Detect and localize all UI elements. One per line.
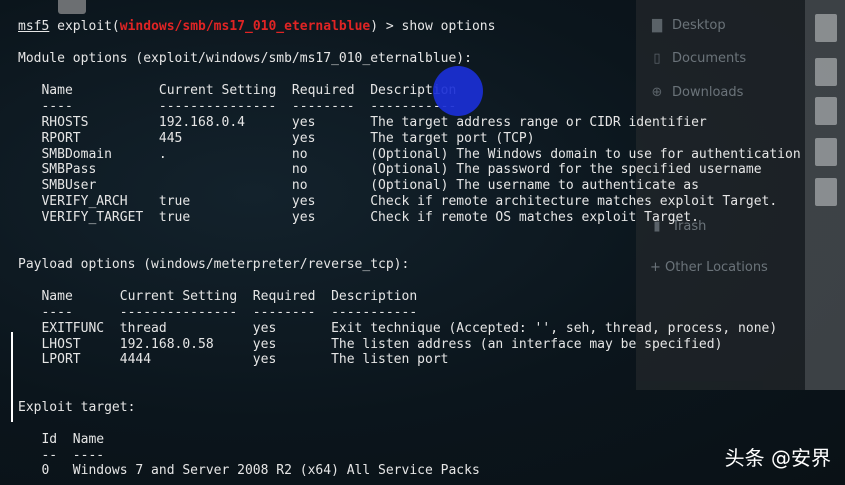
terminal-edge-bar bbox=[11, 332, 13, 422]
command-prompt-line: msf5 exploit(windows/smb/ms17_010_eterna… bbox=[18, 19, 495, 35]
module-option-row: RPORT 445 yes The target port (TCP) bbox=[18, 131, 535, 146]
module-option-row: SMBPass no (Optional) The password for t… bbox=[18, 162, 762, 177]
module-options-header: Module options (exploit/windows/smb/ms17… bbox=[18, 51, 472, 66]
prompt-user: msf5 bbox=[18, 19, 50, 34]
module-options-separator: ---- --------------- -------- ----------… bbox=[18, 99, 457, 114]
exploit-target-separator: -- ---- bbox=[18, 448, 105, 463]
payload-options-columns: Name Current Setting Required Descriptio… bbox=[18, 289, 418, 304]
prompt-command-post: ) > show options bbox=[370, 19, 496, 34]
watermark: 头条 @安界 bbox=[724, 446, 831, 470]
payload-option-row: LPORT 4444 yes The listen port bbox=[18, 352, 449, 367]
exploit-target-columns: Id Name bbox=[18, 432, 105, 447]
module-option-row: SMBDomain . no (Optional) The Windows do… bbox=[18, 147, 801, 162]
payload-option-row: LHOST 192.168.0.58 yes The listen addres… bbox=[18, 337, 723, 352]
module-option-row: RHOSTS 192.168.0.4 yes The target addres… bbox=[18, 115, 707, 130]
payload-options-separator: ---- --------------- -------- ----------… bbox=[18, 305, 418, 320]
module-options-columns: Name Current Setting Required Descriptio… bbox=[18, 83, 457, 98]
prompt-module: windows/smb/ms17_010_eternalblue bbox=[119, 19, 371, 34]
exploit-target-header: Exploit target: bbox=[18, 400, 136, 415]
desktop-screen: ▇ Desktop ▯ Documents ⊕ Downloads ▮ Trash + … bbox=[0, 0, 845, 485]
terminal-output[interactable]: msf5 exploit(windows/smb/ms17_010_eterna… bbox=[0, 0, 845, 485]
payload-option-row: EXITFUNC thread yes Exit technique (Acce… bbox=[18, 321, 778, 336]
module-option-row: SMBUser no (Optional) The username to au… bbox=[18, 178, 699, 193]
prompt-command-pre: exploit( bbox=[49, 19, 120, 34]
module-option-row: VERIFY_ARCH true yes Check if remote arc… bbox=[18, 194, 778, 209]
payload-options-header: Payload options (windows/meterpreter/rev… bbox=[18, 257, 410, 272]
exploit-target-row: 0 Windows 7 and Server 2008 R2 (x64) All… bbox=[18, 463, 480, 478]
mouse-click-indicator bbox=[433, 66, 483, 116]
module-option-row: VERIFY_TARGET true yes Check if remote O… bbox=[18, 210, 699, 225]
